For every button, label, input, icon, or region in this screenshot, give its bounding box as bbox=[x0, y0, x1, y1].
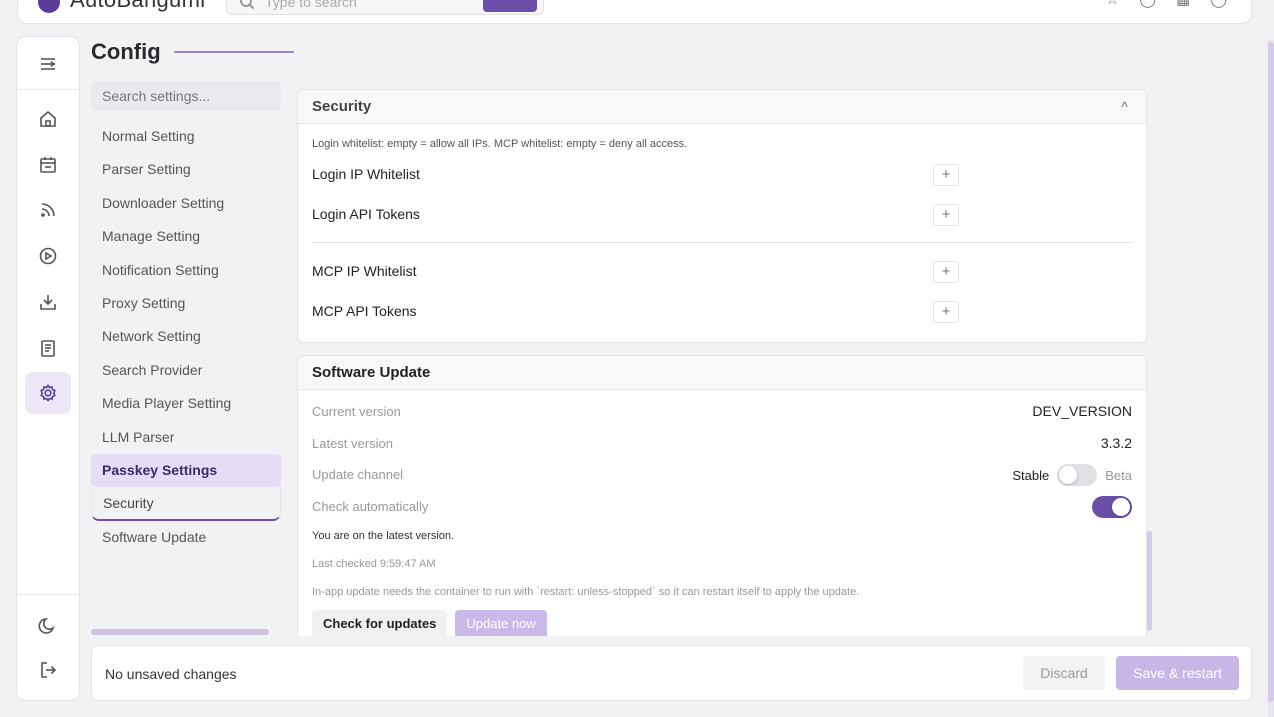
settings-item-manage[interactable]: Manage Setting bbox=[91, 220, 281, 253]
mcp-api-tokens-row: MCP API Tokens + bbox=[298, 291, 1146, 331]
settings-item-parser[interactable]: Parser Setting bbox=[91, 153, 281, 186]
rail-divider bbox=[17, 594, 79, 595]
top-icons: ◔ ☆ ◯ ▦ ◯ bbox=[1077, 0, 1227, 8]
toggle-knob bbox=[1059, 466, 1078, 484]
add-mcp-ip-button[interactable]: + bbox=[933, 261, 959, 283]
check-automatically-row: Check automatically bbox=[298, 491, 1146, 523]
check-automatically-toggle[interactable] bbox=[1092, 495, 1132, 518]
download-icon[interactable] bbox=[25, 281, 71, 323]
add-mcp-token-button[interactable]: + bbox=[933, 301, 959, 323]
discard-button[interactable]: Discard bbox=[1023, 656, 1105, 690]
login-api-tokens-row: Login API Tokens + bbox=[298, 194, 1146, 234]
update-channel-toggle[interactable] bbox=[1057, 464, 1098, 486]
settings-item-security[interactable]: Security bbox=[91, 487, 281, 521]
current-version-value: DEV_VERSION bbox=[1032, 403, 1132, 419]
bell-icon[interactable]: ◔ bbox=[1077, 0, 1086, 8]
check-automatically-label: Check automatically bbox=[312, 498, 429, 514]
home-icon[interactable] bbox=[25, 98, 71, 140]
avatar[interactable]: ◯ bbox=[1210, 0, 1227, 8]
software-update-header: Software Update bbox=[298, 356, 1146, 390]
security-panel-header[interactable]: Security ^ bbox=[298, 90, 1146, 124]
login-ip-whitelist-row: Login IP Whitelist + bbox=[298, 154, 1146, 194]
settings-item-proxy[interactable]: Proxy Setting bbox=[91, 287, 281, 320]
mcp-ip-whitelist-label: MCP IP Whitelist bbox=[312, 263, 417, 279]
moon-icon[interactable] bbox=[25, 604, 71, 646]
global-search-placeholder: Type to search bbox=[265, 0, 357, 10]
title-underline bbox=[174, 51, 294, 53]
search-icon bbox=[239, 0, 255, 13]
security-note: Login whitelist: empty = allow all IPs. … bbox=[312, 138, 688, 150]
log-icon[interactable] bbox=[25, 327, 71, 369]
settings-item-software-update[interactable]: Software Update bbox=[91, 521, 281, 554]
latest-version-label: Latest version bbox=[312, 435, 393, 451]
restart-note: In-app update needs the container to run… bbox=[312, 586, 860, 598]
window-scrollbar[interactable] bbox=[1268, 40, 1274, 717]
settings-item-passkey[interactable]: Passkey Settings bbox=[91, 453, 281, 488]
update-status-message: You are on the latest version. bbox=[312, 530, 455, 542]
toggle-knob bbox=[1112, 497, 1130, 516]
nav-rail bbox=[16, 36, 80, 701]
mcp-api-tokens-label: MCP API Tokens bbox=[312, 303, 417, 319]
software-update-title: Software Update bbox=[312, 364, 431, 381]
app-name: AutoBangumi bbox=[70, 0, 205, 13]
update-channel-control: Stable Beta bbox=[1012, 464, 1132, 486]
update-actions: Check for updates Update now bbox=[298, 606, 1146, 636]
software-update-panel: Software Update Current version DEV_VERS… bbox=[297, 355, 1147, 636]
settings-item-downloader[interactable]: Downloader Setting bbox=[91, 187, 281, 220]
settings-item-search-provider[interactable]: Search Provider bbox=[91, 354, 281, 387]
search-submit-button[interactable] bbox=[483, 0, 537, 12]
calendar-icon[interactable] bbox=[25, 144, 71, 186]
current-version-row: Current version DEV_VERSION bbox=[298, 396, 1146, 428]
save-restart-button[interactable]: Save & restart bbox=[1116, 656, 1239, 690]
settings-search-input[interactable] bbox=[91, 81, 281, 111]
add-login-token-button[interactable]: + bbox=[933, 204, 959, 226]
latest-version-row: Latest version 3.3.2 bbox=[298, 428, 1146, 460]
security-divider bbox=[312, 242, 1132, 243]
star-icon[interactable]: ☆ bbox=[1106, 0, 1119, 8]
security-panel-title: Security bbox=[312, 98, 372, 115]
logout-icon[interactable] bbox=[25, 649, 71, 691]
settings-nav-list: Normal Setting Parser Setting Downloader… bbox=[91, 120, 281, 554]
chevron-up-icon[interactable]: ^ bbox=[1121, 99, 1128, 113]
top-bar: AutoBangumi Type to search ◔ ☆ ◯ ▦ ◯ bbox=[17, 0, 1252, 24]
mcp-ip-whitelist-row: MCP IP Whitelist + bbox=[298, 251, 1146, 291]
update-channel-row: Update channel Stable Beta bbox=[298, 459, 1146, 491]
security-panel: Security ^ Login whitelist: empty = allo… bbox=[297, 89, 1147, 343]
rail-divider bbox=[17, 89, 79, 90]
footer-bar: No unsaved changes Discard Save & restar… bbox=[91, 645, 1252, 701]
settings-item-notification[interactable]: Notification Setting bbox=[91, 254, 281, 287]
content-scrollbar[interactable] bbox=[1147, 531, 1152, 631]
update-now-button[interactable]: Update now bbox=[455, 610, 547, 636]
unsaved-status: No unsaved changes bbox=[105, 666, 237, 682]
settings-item-normal[interactable]: Normal Setting bbox=[91, 120, 281, 153]
gear-icon[interactable] bbox=[25, 372, 71, 414]
settings-item-llm-parser[interactable]: LLM Parser bbox=[91, 421, 281, 454]
login-ip-whitelist-label: Login IP Whitelist bbox=[312, 166, 420, 182]
settings-item-network[interactable]: Network Setting bbox=[91, 320, 281, 353]
last-checked-text: Last checked 9:59:47 AM bbox=[312, 558, 436, 570]
settings-item-media-player[interactable]: Media Player Setting bbox=[91, 387, 281, 420]
check-for-updates-button[interactable]: Check for updates bbox=[312, 610, 448, 636]
menu-fold-icon[interactable] bbox=[25, 43, 71, 85]
add-login-ip-button[interactable]: + bbox=[933, 164, 959, 186]
current-version-label: Current version bbox=[312, 404, 401, 420]
play-icon[interactable] bbox=[25, 235, 71, 277]
help-icon[interactable]: ◯ bbox=[1139, 0, 1156, 8]
channel-stable-label: Stable bbox=[1012, 467, 1050, 483]
channel-beta-label: Beta bbox=[1105, 467, 1132, 483]
app-logo-icon bbox=[38, 0, 60, 13]
global-search-input[interactable]: Type to search bbox=[226, 0, 544, 15]
rss-icon[interactable] bbox=[25, 189, 71, 231]
page-title: Config bbox=[91, 39, 161, 64]
window-scrollbar-thumb[interactable] bbox=[1268, 42, 1274, 702]
settings-list-scrollbar[interactable] bbox=[91, 629, 269, 635]
grid-icon[interactable]: ▦ bbox=[1176, 0, 1190, 8]
update-channel-label: Update channel bbox=[312, 467, 404, 483]
latest-version-value: 3.3.2 bbox=[1100, 434, 1132, 451]
login-api-tokens-label: Login API Tokens bbox=[312, 206, 420, 222]
